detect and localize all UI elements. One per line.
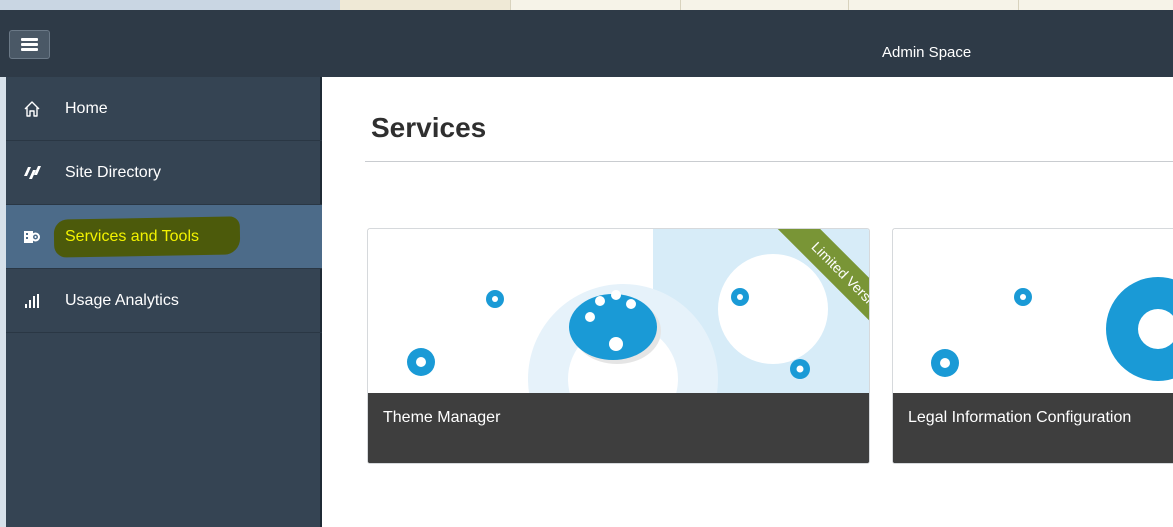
shell-bar: Admin Space bbox=[0, 10, 1173, 77]
browser-tab-strip-segment bbox=[0, 0, 340, 10]
bar-chart-icon bbox=[21, 290, 43, 312]
menu-button[interactable] bbox=[9, 30, 50, 59]
sidebar-item-label: Usage Analytics bbox=[65, 291, 179, 309]
shell-title: Admin Space bbox=[882, 44, 972, 61]
browser-tab bbox=[510, 0, 680, 10]
site-directory-icon bbox=[21, 162, 43, 184]
tile-legal-information-configuration[interactable]: Legal Information Configuration bbox=[892, 228, 1173, 464]
sidebar-item-label: Site Directory bbox=[65, 163, 162, 181]
tile-illustration: Limited Version bbox=[368, 229, 869, 393]
tile-footer bbox=[368, 393, 869, 463]
browser-tab-strip bbox=[0, 0, 1173, 10]
tile-title: Legal Information Configuration bbox=[908, 409, 1132, 426]
hamburger-menu-icon bbox=[21, 38, 38, 51]
sidebar-item-label: Home bbox=[65, 99, 108, 117]
sidebar: Home Site Directory Services and Tools U… bbox=[0, 77, 322, 527]
sidebar-item-services-and-tools[interactable]: Services and Tools bbox=[6, 205, 322, 269]
browser-tab bbox=[680, 0, 850, 10]
sidebar-item-label: Services and Tools bbox=[65, 227, 199, 245]
page-title: Services bbox=[371, 112, 487, 143]
title-divider bbox=[365, 161, 1173, 162]
tile-footer bbox=[893, 393, 1173, 463]
services-tools-icon bbox=[21, 226, 43, 248]
tile-illustration bbox=[893, 229, 1173, 393]
sidebar-item-site-directory[interactable]: Site Directory bbox=[6, 141, 322, 205]
browser-tab bbox=[1018, 0, 1173, 10]
sidebar-item-home[interactable]: Home bbox=[6, 77, 322, 141]
tile-theme-manager[interactable]: Limited Version Theme Manager bbox=[367, 228, 870, 464]
browser-tab bbox=[848, 0, 1018, 10]
home-icon bbox=[21, 98, 43, 120]
sidebar-item-usage-analytics[interactable]: Usage Analytics bbox=[6, 269, 322, 333]
tile-title: Theme Manager bbox=[383, 409, 501, 426]
